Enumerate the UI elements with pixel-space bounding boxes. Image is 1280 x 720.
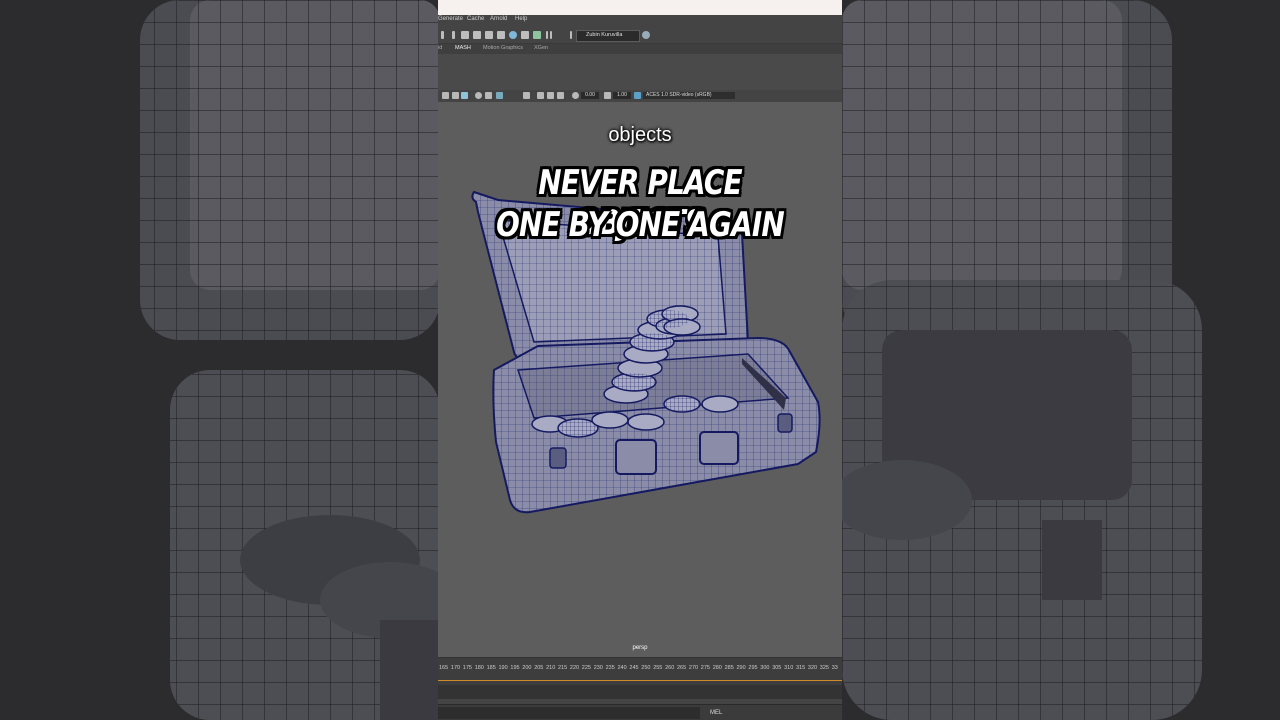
- globe-icon[interactable]: [642, 31, 650, 39]
- blurred-background-right: [842, 0, 1280, 720]
- exposure-field[interactable]: 0.00: [581, 92, 599, 99]
- timeline-tick: 185: [486, 665, 496, 671]
- viewport-panel-toolbar: 0.00 1.00 ACES 1.0 SDR-video (sRGB): [438, 90, 842, 102]
- pause-icon[interactable]: [546, 31, 548, 39]
- subtitle-caption: objects: [608, 124, 672, 146]
- timeline-tick: 235: [605, 665, 615, 671]
- timeline-tick: 325: [819, 665, 829, 671]
- timeline-tick: 205: [534, 665, 544, 671]
- timeline-tick: 245: [629, 665, 639, 671]
- menu-bar: Generate Cache Arnold Help: [438, 15, 842, 27]
- render-icon[interactable]: [461, 31, 469, 39]
- timeline-tick: 195: [510, 665, 520, 671]
- pause-icon: [550, 31, 552, 39]
- menu-cache[interactable]: Cache: [467, 16, 484, 22]
- timeline-tick: 230: [593, 665, 603, 671]
- timeline-tick: 240: [617, 665, 627, 671]
- timeline-tick: 190: [498, 665, 508, 671]
- shelf-tabs: id MASH Motion Graphics XGen: [438, 44, 842, 54]
- camera-name-label: persp: [632, 645, 648, 651]
- hypershade-icon[interactable]: [509, 31, 517, 39]
- separator-icon: [570, 31, 572, 39]
- textured-icon[interactable]: [485, 92, 492, 99]
- separator-icon: [441, 31, 444, 39]
- exposure-icon[interactable]: [572, 92, 579, 99]
- headline-caption-line2: ONE BY ONE AGAIN: [496, 205, 785, 245]
- ipr-render-icon[interactable]: [485, 31, 493, 39]
- wireframe-icon[interactable]: [496, 92, 503, 99]
- timeline-tick: 220: [569, 665, 580, 671]
- render-view-icon[interactable]: [521, 31, 529, 39]
- menu-help[interactable]: Help: [515, 16, 527, 22]
- timeline-tick: 265: [677, 665, 687, 671]
- shelf-area: [438, 54, 842, 91]
- script-language-label[interactable]: MEL: [710, 710, 722, 716]
- timeline-tick: 285: [724, 665, 734, 671]
- timeline-tick: 310: [784, 665, 794, 671]
- camera-icon[interactable]: [442, 92, 449, 99]
- timeline-tick: 175: [462, 665, 472, 671]
- command-line: MEL: [438, 704, 842, 720]
- gamma-icon[interactable]: [604, 92, 611, 99]
- user-name: Zubin Kuruvilla: [586, 32, 623, 38]
- timeline-tick: 170: [450, 665, 461, 671]
- timeline-tick: 280: [712, 665, 722, 671]
- timeline-tick-labels: 165 170 175 180 185 190 195 200 205 210 215 220 225 2…: [438, 665, 842, 675]
- render-settings-icon[interactable]: [497, 31, 505, 39]
- timeline-tick: 33: [831, 665, 838, 671]
- film-gate-icon[interactable]: [557, 92, 564, 99]
- timeline-tick: 210: [546, 665, 556, 671]
- timeline-tick: 320: [807, 665, 818, 671]
- timeline-tick: 260: [665, 665, 675, 671]
- blurred-background-left: [0, 0, 438, 720]
- title-bar: [438, 0, 842, 16]
- colorspace-icon[interactable]: [634, 92, 641, 99]
- maya-window: Generate Cache Arnold Help Zubin Kuruvil…: [438, 0, 842, 720]
- timeline-tick: 300: [760, 665, 770, 671]
- timeline-tick: 200: [522, 665, 532, 671]
- timeline-tick: 215: [558, 665, 568, 671]
- timeline-tick: 270: [688, 665, 699, 671]
- timeline-tick: 250: [641, 665, 651, 671]
- timeline-tick: 305: [772, 665, 782, 671]
- menu-arnold[interactable]: Arnold: [490, 16, 507, 22]
- timeline-accent-line: [438, 680, 842, 681]
- arnold-render-icon[interactable]: [533, 31, 541, 39]
- shelf-tab-mash[interactable]: MASH: [455, 45, 471, 51]
- user-account-dropdown[interactable]: Zubin Kuruvilla: [576, 30, 640, 42]
- timeline-tick: 290: [736, 665, 746, 671]
- gamma-field[interactable]: 1.00: [613, 92, 631, 99]
- isolate-icon[interactable]: [523, 92, 530, 99]
- timeline-tick: 315: [796, 665, 806, 671]
- shelf-tab-motion-graphics[interactable]: Motion Graphics: [483, 45, 523, 51]
- command-input[interactable]: [438, 707, 700, 719]
- range-slider[interactable]: [438, 685, 842, 699]
- separator-icon: [452, 31, 455, 39]
- timeline-tick: 180: [474, 665, 484, 671]
- timeline-tick: 165: [439, 665, 449, 671]
- time-slider[interactable]: 165 170 175 180 185 190 195 200 205 210 215 220 225 2…: [438, 657, 842, 686]
- color-space-dropdown[interactable]: ACES 1.0 SDR-video (sRGB): [643, 92, 735, 99]
- shelf-tab-xgen[interactable]: XGen: [534, 45, 548, 51]
- shading-icon[interactable]: [461, 92, 468, 99]
- render-sequence-icon[interactable]: [473, 31, 481, 39]
- timeline-tick: 225: [581, 665, 591, 671]
- status-line: [438, 27, 842, 44]
- light-icon[interactable]: [452, 92, 459, 99]
- timeline-tick: 295: [748, 665, 758, 671]
- grid-icon[interactable]: [537, 92, 544, 99]
- timeline-tick: 255: [653, 665, 663, 671]
- resolution-gate-icon[interactable]: [547, 92, 554, 99]
- shelf-tab-id[interactable]: id: [438, 45, 442, 51]
- smooth-shade-icon[interactable]: [475, 92, 482, 99]
- timeline-tick: 275: [700, 665, 710, 671]
- menu-generate[interactable]: Generate: [438, 16, 463, 22]
